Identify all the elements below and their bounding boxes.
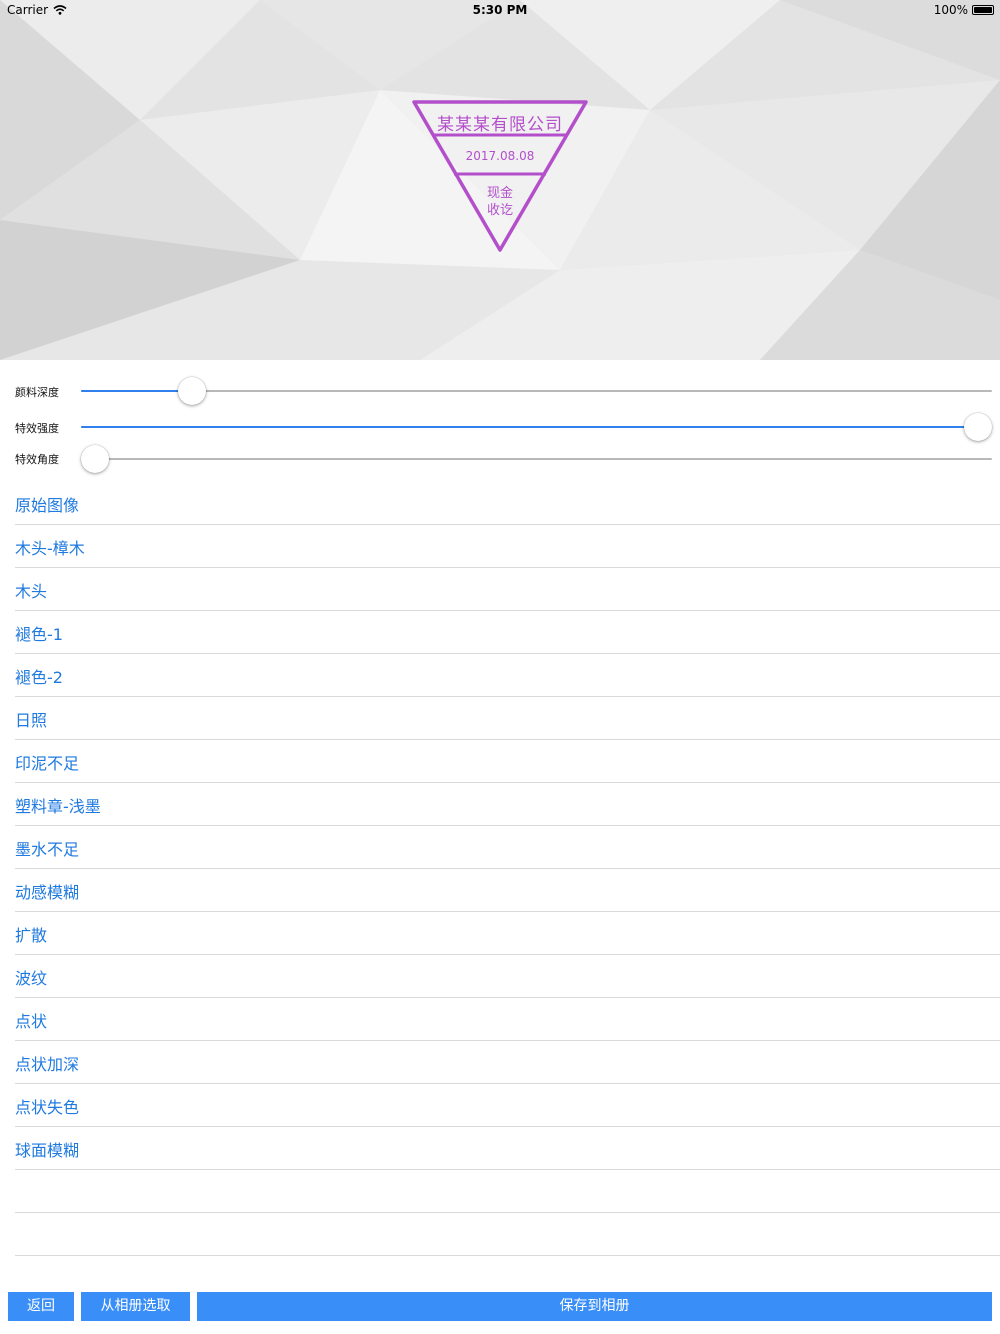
effect-list: 原始图像 木头-樟木 木头 褪色-1 褪色-2 日照 印泥不足 塑料章-浅墨 墨… xyxy=(15,482,1000,1256)
pick-from-album-button[interactable]: 从相册选取 xyxy=(81,1292,190,1321)
effect-item-dotted-fade[interactable]: 点状失色 xyxy=(15,1084,1000,1127)
stamp-date: 2017.08.08 xyxy=(465,149,535,163)
effect-angle-slider[interactable] xyxy=(81,444,992,474)
effect-strength-slider[interactable] xyxy=(81,412,992,442)
effect-item-label: 日照 xyxy=(15,711,48,730)
effect-item-label: 褪色-1 xyxy=(15,625,63,644)
effect-item-fade-1[interactable]: 褪色-1 xyxy=(15,611,1000,654)
effect-item-label: 原始图像 xyxy=(15,496,80,515)
battery-icon xyxy=(972,5,994,15)
effect-item-label: 扩散 xyxy=(15,926,48,945)
effect-item-wood[interactable]: 木头 xyxy=(15,568,1000,611)
pigment-depth-label: 颜料深度 xyxy=(15,386,59,399)
save-to-album-button[interactable]: 保存到相册 xyxy=(197,1292,992,1321)
effect-item-wood-camphor[interactable]: 木头-樟木 xyxy=(15,525,1000,568)
effect-item-sunlight[interactable]: 日照 xyxy=(15,697,1000,740)
status-bar: Carrier 5:30 PM 100% xyxy=(0,0,1000,22)
stamp-preview-image: Carrier 5:30 PM 100% 某某某有限公司 2017.08.08 … xyxy=(0,0,1000,360)
effect-item-label: 塑料章-浅墨 xyxy=(15,797,101,816)
effect-item-label: 木头-樟木 xyxy=(15,539,85,558)
effect-angle-label: 特效角度 xyxy=(15,453,59,466)
pigment-depth-slider-thumb[interactable] xyxy=(178,377,207,405)
status-time: 5:30 PM xyxy=(472,3,528,17)
effect-item-label: 点状失色 xyxy=(15,1098,80,1117)
pigment-depth-slider[interactable] xyxy=(81,376,992,406)
effect-item-original[interactable]: 原始图像 xyxy=(15,482,1000,525)
effect-item-label: 墨水不足 xyxy=(15,840,80,859)
effect-item-dotted[interactable]: 点状 xyxy=(15,998,1000,1041)
effect-item-label: 印泥不足 xyxy=(15,754,80,773)
effect-item-label: 点状加深 xyxy=(15,1055,80,1074)
stamp-text-line-2: 收讫 xyxy=(486,203,513,218)
status-battery: 100% xyxy=(934,3,994,17)
effect-item-low-ink[interactable]: 墨水不足 xyxy=(15,826,1000,869)
effect-item-label: 点状 xyxy=(15,1012,48,1031)
effect-strength-label: 特效强度 xyxy=(15,422,59,435)
pigment-depth-slider-row: 颜料深度 xyxy=(0,376,1000,406)
effect-item-label: 动感模糊 xyxy=(15,883,80,902)
effect-strength-slider-thumb[interactable] xyxy=(964,413,992,441)
effect-item-ripple[interactable]: 波纹 xyxy=(15,955,1000,998)
effect-item-fade-2[interactable]: 褪色-2 xyxy=(15,654,1000,697)
effect-item-plastic-light-ink[interactable]: 塑料章-浅墨 xyxy=(15,783,1000,826)
effect-item-motion-blur[interactable]: 动感模糊 xyxy=(15,869,1000,912)
effect-item-empty xyxy=(15,1213,1000,1256)
effect-angle-slider-thumb[interactable] xyxy=(81,445,109,473)
effect-item-label: 褪色-2 xyxy=(15,668,63,687)
effect-item-diffuse[interactable]: 扩散 xyxy=(15,912,1000,955)
effect-item-label: 木头 xyxy=(15,582,48,601)
battery-percent: 100% xyxy=(933,3,968,17)
effect-angle-slider-row: 特效角度 xyxy=(0,444,1000,474)
effect-strength-slider-row: 特效强度 xyxy=(0,412,1000,442)
effect-item-empty xyxy=(15,1170,1000,1213)
effect-item-dotted-deepen[interactable]: 点状加深 xyxy=(15,1041,1000,1084)
effect-item-label: 波纹 xyxy=(15,969,48,988)
effect-item-spherical-blur[interactable]: 球面模糊 xyxy=(15,1127,1000,1170)
effect-item-low-ink-pad[interactable]: 印泥不足 xyxy=(15,740,1000,783)
stamp-graphic: 某某某有限公司 2017.08.08 现金 收讫 xyxy=(410,98,590,256)
back-button[interactable]: 返回 xyxy=(8,1292,74,1321)
stamp-company-name: 某某某有限公司 xyxy=(437,115,563,135)
effect-item-label: 球面模糊 xyxy=(15,1141,80,1160)
